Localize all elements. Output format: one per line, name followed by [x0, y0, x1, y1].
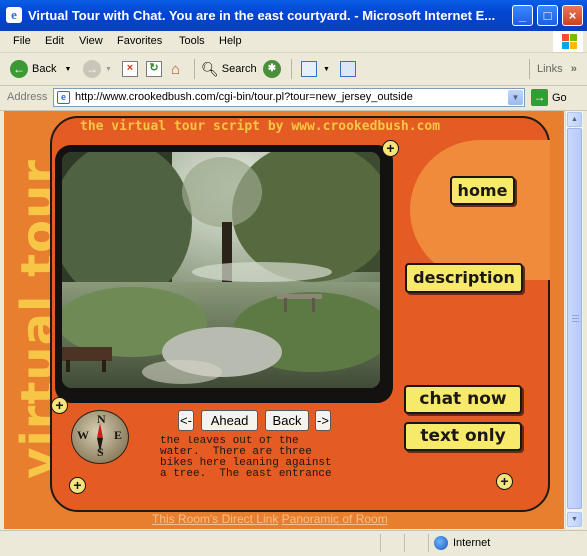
courtyard-image: [62, 152, 380, 388]
plus-icon[interactable]: +: [496, 473, 513, 490]
toolbar-separator: [529, 59, 530, 79]
home-toolbar-button[interactable]: ⌂: [171, 59, 180, 79]
ie-icon: e: [6, 7, 22, 23]
room-description: the leaves out of the water. There are t…: [160, 436, 332, 480]
forward-arrow-icon: →: [83, 60, 101, 78]
go-button[interactable]: → Go: [531, 89, 567, 106]
toolbar-separator: [194, 59, 195, 79]
go-arrow-icon: →: [531, 89, 548, 106]
vertical-scrollbar[interactable]: ▲ ▼: [565, 111, 583, 529]
text-only-button[interactable]: text only: [404, 422, 522, 451]
plus-icon[interactable]: +: [382, 140, 399, 157]
menu-file[interactable]: File: [13, 35, 31, 47]
menu-view[interactable]: View: [79, 35, 103, 47]
turn-right-button[interactable]: ->: [315, 410, 331, 431]
menu-help[interactable]: Help: [219, 35, 242, 47]
maximize-button[interactable]: □: [537, 5, 558, 26]
direct-link[interactable]: This Room's Direct Link: [152, 512, 278, 526]
links-label: Links: [537, 63, 563, 75]
search-icon: 🔍︎: [201, 60, 219, 77]
title-bar: e Virtual Tour with Chat. You are in the…: [0, 0, 587, 31]
favorites-icon: ✱: [263, 60, 281, 78]
frame-curve: [410, 140, 550, 280]
plus-icon[interactable]: +: [51, 397, 68, 414]
status-bar: Internet: [0, 530, 587, 556]
back-nav-button[interactable]: Back: [265, 410, 309, 431]
windows-logo-icon: [553, 31, 583, 52]
back-label: Back: [32, 63, 57, 75]
favorites-button[interactable]: ✱: [263, 59, 281, 79]
window-icon: [340, 61, 356, 77]
back-dropdown-icon[interactable]: ▼: [64, 66, 71, 73]
mail-icon: [301, 61, 317, 77]
refresh-icon: ↻: [146, 61, 162, 77]
stop-button[interactable]: ×: [122, 59, 138, 79]
address-input[interactable]: e http://www.crookedbush.com/cgi-bin/tou…: [53, 88, 525, 107]
menu-favorites[interactable]: Favorites: [117, 35, 162, 47]
close-button[interactable]: ×: [562, 5, 583, 26]
compass-icon: N E S W: [71, 410, 129, 464]
home-link-button[interactable]: home: [450, 176, 515, 205]
page-headline: the virtual tour script by www.crookedbu…: [80, 119, 441, 134]
window-title: Virtual Tour with Chat. You are in the e…: [28, 8, 496, 23]
description-link-button[interactable]: description: [405, 263, 523, 293]
address-label: Address: [7, 91, 48, 103]
chat-now-button[interactable]: chat now: [404, 385, 522, 414]
back-button[interactable]: ← Back ▼: [10, 59, 71, 79]
turn-left-button[interactable]: <-: [178, 410, 194, 431]
links-button[interactable]: Links »: [537, 59, 577, 79]
mail-button[interactable]: ▼: [301, 59, 330, 79]
print-button[interactable]: [340, 59, 356, 79]
panoramic-link[interactable]: Panoramic of Room: [282, 512, 388, 526]
page-icon: e: [57, 91, 70, 104]
footer-links: This Room's Direct Link Panoramic of Roo…: [152, 512, 388, 526]
forward-dropdown-icon[interactable]: ▼: [105, 66, 112, 73]
house-icon: ⌂: [171, 60, 181, 78]
minimize-button[interactable]: _: [512, 5, 533, 26]
chevron-right-icon: »: [570, 63, 577, 75]
address-bar: Address e http://www.crookedbush.com/cgi…: [0, 86, 587, 111]
go-label: Go: [552, 91, 567, 104]
search-button[interactable]: 🔍︎ Search: [201, 59, 257, 79]
globe-icon: [434, 536, 448, 550]
toolbar-separator: [291, 59, 292, 79]
scroll-down-icon[interactable]: ▼: [567, 512, 582, 527]
search-label: Search: [221, 63, 257, 75]
forward-button[interactable]: → ▼: [83, 59, 112, 79]
address-url[interactable]: http://www.crookedbush.com/cgi-bin/tour.…: [75, 91, 413, 103]
plus-icon[interactable]: +: [69, 477, 86, 494]
menu-tools[interactable]: Tools: [179, 35, 205, 47]
scroll-thumb[interactable]: [567, 128, 582, 509]
menu-bar: File Edit View Favorites Tools Help: [0, 31, 587, 53]
scroll-up-icon[interactable]: ▲: [567, 112, 582, 127]
address-dropdown-icon[interactable]: ▼: [508, 90, 523, 105]
back-arrow-icon: ←: [10, 60, 28, 78]
stop-icon: ×: [122, 61, 138, 77]
compass-needle-icon: [97, 423, 103, 452]
ahead-button[interactable]: Ahead: [201, 410, 258, 431]
tour-photo: [62, 152, 380, 388]
security-zone: Internet: [453, 537, 491, 549]
toolbar: ← Back ▼ → ▼ × ↻ ⌂ 🔍︎ Search ✱ ▼ Links »: [0, 53, 587, 86]
mail-dropdown-icon[interactable]: ▼: [323, 66, 330, 73]
refresh-button[interactable]: ↻: [146, 59, 162, 79]
menu-edit[interactable]: Edit: [45, 35, 64, 47]
